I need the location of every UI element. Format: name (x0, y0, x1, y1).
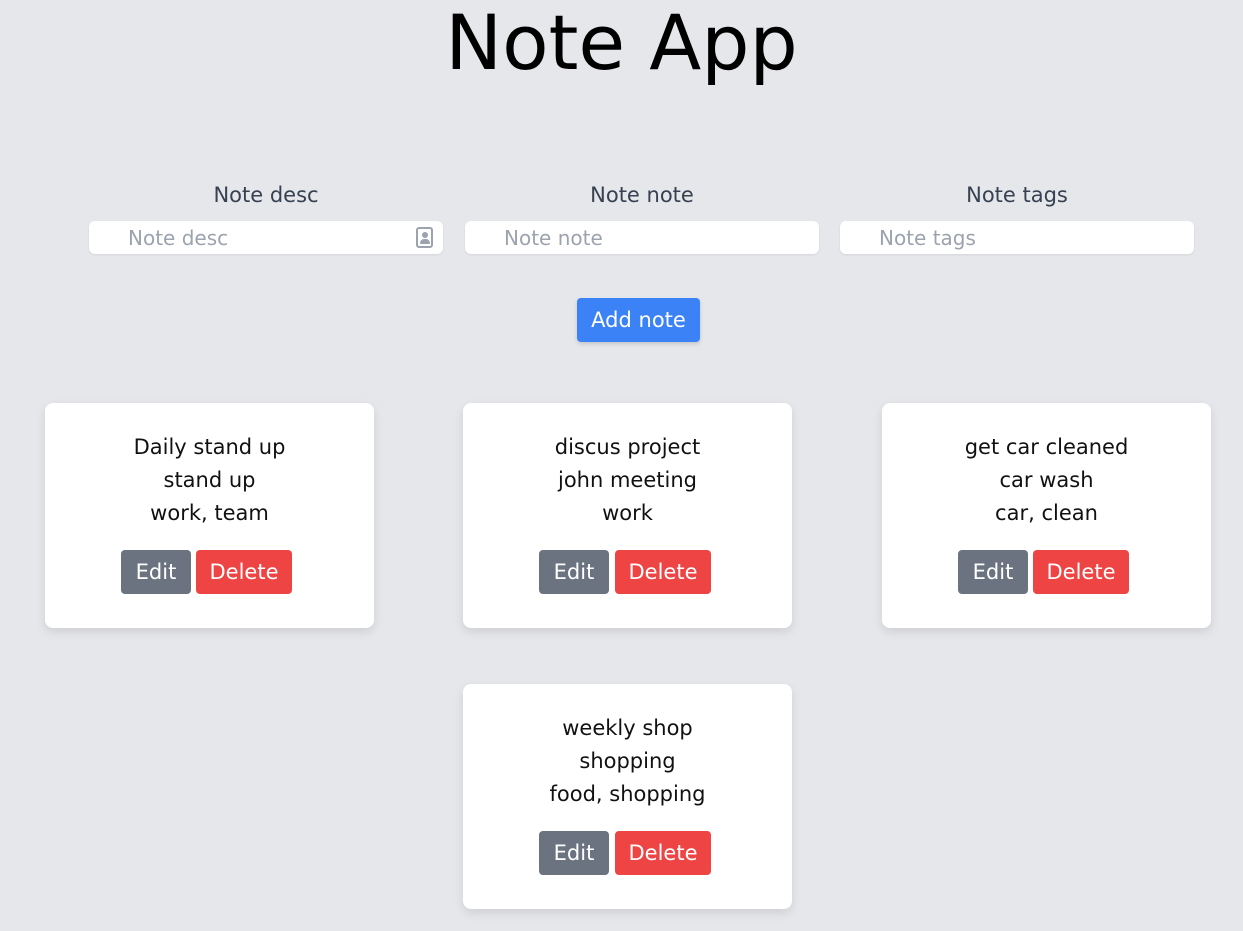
desc-input[interactable] (89, 221, 443, 254)
note-card: weekly shop shopping food, shopping Edit… (463, 684, 792, 909)
tags-field: Note tags (840, 180, 1194, 254)
add-note-button[interactable]: Add note (577, 298, 700, 342)
delete-button[interactable]: Delete (615, 831, 711, 875)
note-input[interactable] (465, 221, 819, 254)
page-title: Note App (445, 0, 798, 87)
note-tags: work (602, 501, 653, 525)
note-card: get car cleaned car wash car, clean Edit… (882, 403, 1211, 628)
tags-input[interactable] (840, 221, 1194, 254)
note-text: stand up (163, 468, 256, 492)
delete-button[interactable]: Delete (196, 550, 292, 594)
note-field: Note note (465, 180, 819, 254)
desc-field: Note desc (89, 180, 443, 254)
note-text: shopping (579, 749, 676, 773)
note-desc: Daily stand up (133, 435, 286, 459)
note-tags: car, clean (995, 501, 1098, 525)
note-desc: weekly shop (562, 716, 693, 740)
note-card: discus project john meeting work Edit De… (463, 403, 792, 628)
note-card: Daily stand up stand up work, team Edit … (45, 403, 374, 628)
note-tags: work, team (150, 501, 269, 525)
contact-card-icon[interactable] (416, 227, 433, 248)
tags-label: Note tags (966, 183, 1068, 207)
edit-button[interactable]: Edit (539, 550, 609, 594)
edit-button[interactable]: Edit (121, 550, 191, 594)
note-desc: get car cleaned (964, 435, 1129, 459)
note-desc: discus project (554, 435, 701, 459)
delete-button[interactable]: Delete (615, 550, 711, 594)
edit-button[interactable]: Edit (539, 831, 609, 875)
edit-button[interactable]: Edit (958, 550, 1028, 594)
note-text: car wash (999, 468, 1094, 492)
desc-label: Note desc (213, 183, 319, 207)
note-label: Note note (590, 183, 694, 207)
note-tags: food, shopping (549, 782, 706, 806)
delete-button[interactable]: Delete (1033, 550, 1129, 594)
note-text: john meeting (558, 468, 697, 492)
